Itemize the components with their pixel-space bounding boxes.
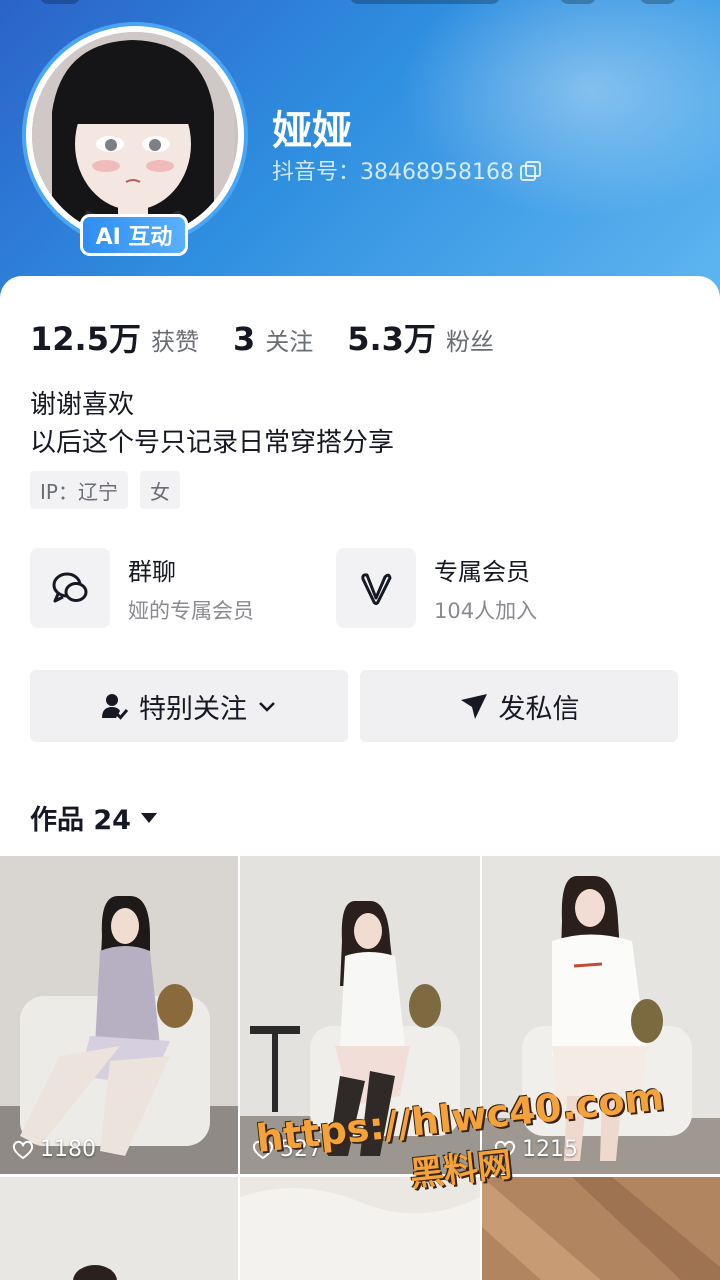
stat-label: 粉丝 xyxy=(445,328,494,356)
gender-tag: 女 xyxy=(139,471,180,509)
group-chat-entry[interactable]: 群聊 娅的专属会员 xyxy=(30,548,336,628)
special-follow-label: 特别关注 xyxy=(139,693,247,725)
stats-row: 12.5万 获赞 3 关注 5.3万 粉丝 xyxy=(30,314,528,360)
entry-subtitle: 娅的专属会员 xyxy=(128,598,254,623)
ip-tag: IP：辽宁 xyxy=(30,471,128,509)
work-thumbnail[interactable] xyxy=(0,1177,238,1280)
status-indicator xyxy=(560,0,596,4)
entry-subtitle: 104人加入 xyxy=(434,598,538,623)
stat-following[interactable]: 3 关注 xyxy=(233,320,313,358)
bio: 谢谢喜欢 以后这个号只记录日常穿搭分享 xyxy=(30,386,394,462)
bio-line: 谢谢喜欢 xyxy=(30,390,135,420)
stat-value: 12.5万 xyxy=(30,320,141,358)
profile-tags: IP：辽宁 女 xyxy=(30,471,180,509)
entry-title: 群聊 xyxy=(128,557,176,586)
action-buttons: 特别关注 发私信 xyxy=(30,670,678,742)
membership-entry[interactable]: 专属会员 104人加入 xyxy=(336,548,642,628)
avatar-illustration xyxy=(32,32,234,234)
copy-icon[interactable] xyxy=(519,161,541,181)
avatar[interactable] xyxy=(32,32,238,238)
send-message-label: 发私信 xyxy=(498,693,580,725)
profile-header: AI 互动 娅娅 抖音号：38468958168 xyxy=(0,0,720,300)
stat-followers[interactable]: 5.3万 粉丝 xyxy=(347,314,494,360)
entry-title: 专属会员 xyxy=(434,557,530,586)
user-check-icon xyxy=(102,694,129,720)
bio-line: 以后这个号只记录日常穿搭分享 xyxy=(30,428,395,458)
works-tab[interactable]: 作品 24 xyxy=(30,798,157,837)
like-count-value: 1180 xyxy=(40,1137,96,1162)
chevron-down-icon xyxy=(259,702,275,712)
work-photo xyxy=(0,856,238,1174)
stat-label: 关注 xyxy=(265,328,314,356)
stat-value: 3 xyxy=(232,320,256,358)
heart-v-icon xyxy=(336,548,416,628)
works-grid: 1180 527 1215 xyxy=(0,856,720,1280)
status-indicator xyxy=(640,0,676,4)
stat-label: 获赞 xyxy=(150,328,199,356)
heart-icon xyxy=(12,1140,34,1159)
group-chat-icon xyxy=(30,548,110,628)
header-glow xyxy=(400,0,720,220)
send-icon xyxy=(460,694,487,719)
send-message-button[interactable]: 发私信 xyxy=(360,670,678,742)
special-follow-button[interactable]: 特别关注 xyxy=(30,670,348,742)
status-indicator xyxy=(40,0,80,4)
stat-value: 5.3万 xyxy=(347,320,436,358)
stat-likes[interactable]: 12.5万 获赞 xyxy=(30,314,199,360)
work-photo xyxy=(0,1177,238,1280)
work-thumbnail[interactable] xyxy=(482,1177,720,1280)
douyin-id-text: 抖音号：38468958168 xyxy=(272,160,514,185)
caret-down-icon xyxy=(140,812,157,823)
profile-name: 娅娅 xyxy=(272,108,352,154)
ai-interaction-badge[interactable]: AI 互动 xyxy=(80,214,188,256)
works-title-label: 作品 24 xyxy=(30,805,131,836)
status-indicator xyxy=(350,0,500,4)
douyin-id-row[interactable]: 抖音号：38468958168 xyxy=(272,154,541,186)
like-count: 1180 xyxy=(12,1137,96,1162)
feature-entries: 群聊 娅的专属会员 专属会员 104人加入 xyxy=(30,548,690,628)
work-thumbnail[interactable]: 1180 xyxy=(0,856,238,1174)
work-photo xyxy=(482,1177,720,1280)
